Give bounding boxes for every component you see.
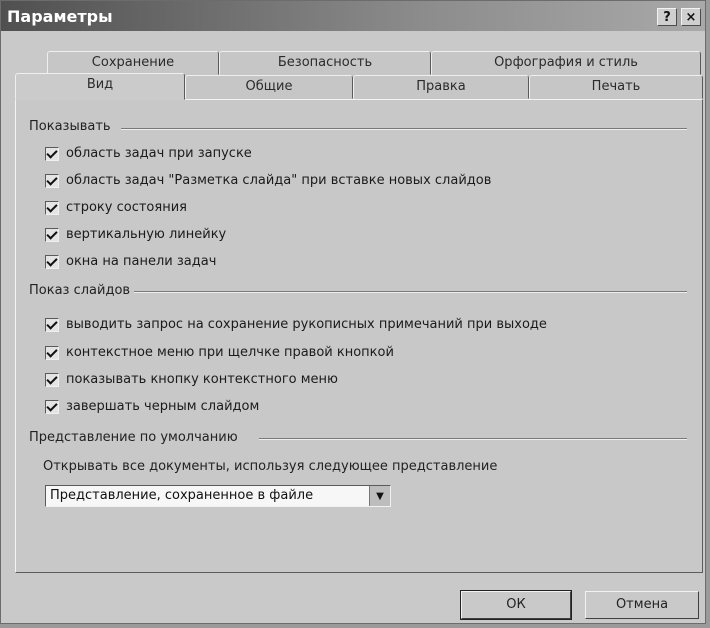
checkmark-icon[interactable] [45,146,59,161]
chevron-down-icon[interactable]: ▼ [369,486,390,506]
group-separator [259,438,687,440]
checkbox-taskpane-startup[interactable]: область задач при запуске [45,146,252,161]
checkbox-label: показывать кнопку контекстного меню [66,372,338,387]
checkbox-label: окна на панели задач [66,254,217,269]
tab-general[interactable]: Общие [185,75,353,99]
tab-edit[interactable]: Правка [353,75,529,99]
checkbox-label: область задач "Разметка слайда" при вста… [66,173,492,188]
window-title: Параметры [7,7,113,26]
title-bar[interactable]: Параметры ? × [1,1,705,31]
checkbox-popup-menu-button[interactable]: показывать кнопку контекстного меню [45,372,338,387]
close-button[interactable]: × [681,8,701,26]
checkbox-label: вертикальную линейку [66,227,227,242]
tab-print[interactable]: Печать [529,75,703,99]
tab-view[interactable]: Вид [15,73,185,100]
checkbox-windows-taskbar[interactable]: окна на панели задач [45,254,216,269]
help-button[interactable]: ? [657,8,677,26]
checkmark-icon[interactable] [45,317,59,332]
group-separator [121,128,687,130]
checkbox-vertical-ruler[interactable]: вертикальную линейку [45,227,226,242]
cancel-button[interactable]: Отмена [585,591,699,619]
options-dialog: Параметры ? × Сохранение Безопасность Ор… [0,0,706,624]
default-view-prompt: Открывать все документы, используя следу… [43,459,498,474]
tab-spelling-style[interactable]: Орфография и стиль [431,51,701,75]
checkmark-icon[interactable] [45,372,59,387]
checkbox-label: выводить запрос на сохранение рукописных… [66,317,547,332]
checkbox-taskpane-layout[interactable]: область задач "Разметка слайда" при вста… [45,173,491,188]
checkmark-icon[interactable] [45,254,59,269]
tab-security[interactable]: Безопасность [219,51,431,75]
checkbox-label: область задач при запуске [66,146,252,161]
checkbox-label: завершать черным слайдом [66,399,260,414]
checkbox-status-bar[interactable]: строку состояния [45,200,187,215]
checkmark-icon[interactable] [45,399,59,414]
checkbox-right-click-menu[interactable]: контекстное меню при щелчке правой кнопк… [45,345,394,360]
default-view-select[interactable]: Представление, сохраненное в файле ▼ [45,485,391,507]
checkmark-icon[interactable] [45,345,59,360]
checkmark-icon[interactable] [45,173,59,188]
checkbox-end-black-slide[interactable]: завершать черным слайдом [45,399,259,414]
checkmark-icon[interactable] [45,227,59,242]
checkbox-label: контекстное меню при щелчке правой кнопк… [66,345,394,360]
checkmark-icon[interactable] [45,200,59,215]
checkbox-label: строку состояния [66,200,187,215]
checkbox-ink-save-prompt[interactable]: выводить запрос на сохранение рукописных… [45,317,547,332]
select-value: Представление, сохраненное в файле [50,488,314,503]
group-title-default-view: Представление по умолчанию [29,430,242,445]
group-title-slideshow: Показ слайдов [29,283,135,298]
group-separator [133,291,687,293]
ok-button[interactable]: ОК [460,590,572,620]
group-title-show: Показывать [29,119,115,134]
tab-save[interactable]: Сохранение [47,51,219,75]
